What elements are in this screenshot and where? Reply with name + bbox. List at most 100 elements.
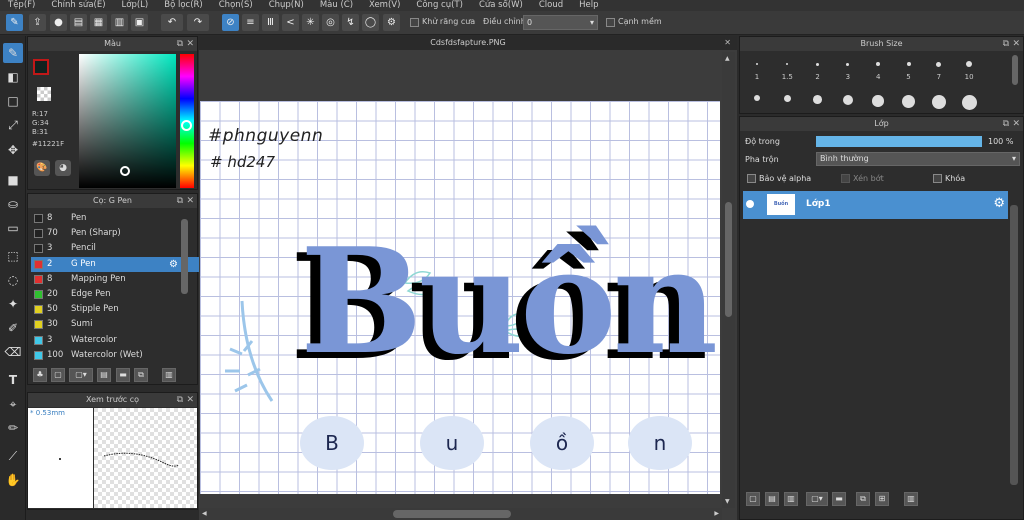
color-picker-cursor[interactable] xyxy=(120,166,130,176)
clipping-checkbox[interactable] xyxy=(841,174,850,183)
eraser-tool-icon[interactable]: ◧ xyxy=(3,67,23,87)
saturation-value-picker[interactable] xyxy=(79,54,176,188)
delete-icon[interactable]: ▣ xyxy=(131,14,148,31)
new-layer-8bit-icon[interactable]: ▤ xyxy=(765,492,779,506)
close-icon[interactable]: ✕ xyxy=(186,37,194,51)
cross-snap-icon[interactable]: Ⅲ xyxy=(262,14,279,31)
horizontal-scrollbar[interactable]: ◀ ▶ xyxy=(199,508,722,520)
scroll-right-icon[interactable]: ▶ xyxy=(714,510,719,517)
document-icon[interactable]: ▦ xyxy=(90,14,107,31)
brush-mode-icon[interactable]: ✎ xyxy=(6,14,23,31)
move-tool-icon[interactable]: ✥ xyxy=(3,140,23,160)
brush-size-cell[interactable] xyxy=(954,93,984,110)
brush-item[interactable]: 3 Watercolor xyxy=(31,333,206,348)
scroll-up-icon[interactable]: ▲ xyxy=(725,55,730,62)
rectangle-tool-icon[interactable]: □ xyxy=(3,91,23,111)
select-eraser-tool-icon[interactable]: ⌫ xyxy=(3,342,23,362)
blend-mode-select[interactable]: Bình thường ▾ xyxy=(816,152,1020,166)
parallel-snap-icon[interactable]: ≡ xyxy=(242,14,259,31)
brush-settings-icon[interactable]: ▤ xyxy=(97,368,111,382)
gear-icon[interactable]: ⚙ xyxy=(169,257,178,272)
brush-size-cell[interactable] xyxy=(863,93,893,109)
select-pen-tool-icon[interactable]: ✐ xyxy=(3,318,23,338)
layer-list-scrollbar[interactable] xyxy=(1010,205,1018,485)
popout-icon[interactable]: ⧉ xyxy=(177,37,183,51)
menu-item[interactable]: Help xyxy=(571,0,606,11)
folder-icon[interactable]: ▬ xyxy=(116,368,130,382)
brush-size-cell[interactable]: 2 xyxy=(803,55,833,91)
brush-preset-icon[interactable]: ♣ xyxy=(33,368,47,382)
popout-icon[interactable]: ⧉ xyxy=(177,393,183,407)
brush-size-cell[interactable] xyxy=(742,93,772,109)
protect-alpha-checkbox[interactable] xyxy=(747,174,756,183)
scroll-left-icon[interactable]: ◀ xyxy=(202,510,207,517)
add-layer-menu-icon[interactable]: ▢▾ xyxy=(806,492,828,506)
brush-size-cell[interactable] xyxy=(803,93,833,109)
drawing-canvas[interactable]: #phnguyenn # hd247 Buồn Buồn Buồn xyxy=(200,101,720,494)
close-icon[interactable]: ✕ xyxy=(1012,117,1020,131)
brush-size-cell[interactable]: 3 xyxy=(833,55,863,91)
brush-menu-icon[interactable]: ▢▾ xyxy=(69,368,93,382)
text-tool-icon[interactable]: T xyxy=(3,370,23,390)
export-icon[interactable]: ⇪ xyxy=(29,14,46,31)
brush-size-cell[interactable] xyxy=(894,93,924,109)
brush-item[interactable]: 3 Pencil xyxy=(31,241,206,256)
close-icon[interactable]: ✕ xyxy=(1012,37,1020,51)
radial-snap-icon[interactable]: ✳ xyxy=(302,14,319,31)
operation-tool-icon[interactable]: ⌖ xyxy=(3,394,23,414)
brush-size-cell[interactable]: 10 xyxy=(954,55,984,91)
ellipse-snap-icon[interactable]: ◯ xyxy=(362,14,379,31)
vertical-scroll-thumb[interactable] xyxy=(725,202,732,317)
brush-item[interactable]: 8 Mapping Pen xyxy=(31,272,206,287)
fill-rect-tool-icon[interactable]: ■ xyxy=(3,170,23,190)
redo-icon[interactable]: ↷ xyxy=(187,14,209,31)
popout-icon[interactable]: ⧉ xyxy=(177,194,183,208)
curve-snap-icon[interactable]: ↯ xyxy=(342,14,359,31)
lock-checkbox[interactable] xyxy=(933,174,942,183)
vertical-scrollbar[interactable]: ▲ ▼ xyxy=(722,52,735,508)
hue-slider[interactable] xyxy=(180,54,194,188)
brush-item[interactable]: 30 Sumi xyxy=(31,317,206,332)
save-icon[interactable]: ▥ xyxy=(111,14,128,31)
transparent-color-swatch[interactable] xyxy=(37,87,51,101)
undo-icon[interactable]: ↶ xyxy=(161,14,183,31)
menu-item[interactable]: Cửa sổ(W) xyxy=(471,0,531,11)
new-brush-icon[interactable]: ▢ xyxy=(51,368,65,382)
brush-size-cell[interactable] xyxy=(833,93,863,109)
divide-tool-icon[interactable]: ✏ xyxy=(3,418,23,438)
hue-slider-handle[interactable] xyxy=(181,120,192,131)
select-rect-tool-icon[interactable]: ⬚ xyxy=(3,246,23,266)
no-snap-icon[interactable]: ⊘ xyxy=(222,14,239,31)
trash-icon[interactable]: ▥ xyxy=(162,368,176,382)
document-tab[interactable]: Cdsfdsfapture.PNG ✕ xyxy=(199,36,737,50)
duplicate-icon[interactable]: ⧉ xyxy=(134,368,148,382)
color-picker-icon[interactable]: ◕ xyxy=(55,160,71,176)
scroll-down-icon[interactable]: ▼ xyxy=(725,498,730,505)
magic-wand-tool-icon[interactable]: ✦ xyxy=(3,294,23,314)
brush-tool-icon[interactable]: ✎ xyxy=(3,43,23,63)
brush-item[interactable]: 70 Pen (Sharp) xyxy=(31,226,206,241)
folder-icon[interactable]: ▬ xyxy=(832,492,846,506)
duplicate-layer-icon[interactable]: ⧉ xyxy=(856,492,870,506)
menu-item[interactable]: Chọn(S) xyxy=(211,0,261,11)
circle-snap-icon[interactable]: ◎ xyxy=(322,14,339,31)
menu-item[interactable]: Chỉnh sửa(E) xyxy=(43,0,113,11)
horizontal-scroll-thumb[interactable] xyxy=(393,510,511,518)
palette-icon[interactable]: 🎨 xyxy=(34,160,50,176)
brush-size-cell[interactable]: 4 xyxy=(863,55,893,91)
popout-icon[interactable]: ⧉ xyxy=(1003,117,1009,131)
brush-size-cell[interactable]: 1.5 xyxy=(772,55,802,91)
menu-item[interactable]: Lớp(L) xyxy=(114,0,157,11)
foreground-color-swatch[interactable] xyxy=(33,59,49,75)
menu-item[interactable]: Công cụ(T) xyxy=(408,0,471,11)
close-icon[interactable]: ✕ xyxy=(186,393,194,407)
layer-name[interactable]: Lớp1 xyxy=(806,199,831,209)
soft-edge-checkbox[interactable] xyxy=(606,18,615,27)
menu-item[interactable]: Cloud xyxy=(531,0,571,11)
brush-item[interactable]: 20 Edge Pen xyxy=(31,287,206,302)
menu-item[interactable]: Bộ lọc(R) xyxy=(156,0,211,11)
adjust-select[interactable]: 0 ▾ xyxy=(523,15,598,30)
layer-icon[interactable]: ▤ xyxy=(70,14,87,31)
brush-item[interactable]: 2 G Pen ⚙ xyxy=(31,256,206,272)
brush-size-cell[interactable] xyxy=(772,93,802,109)
